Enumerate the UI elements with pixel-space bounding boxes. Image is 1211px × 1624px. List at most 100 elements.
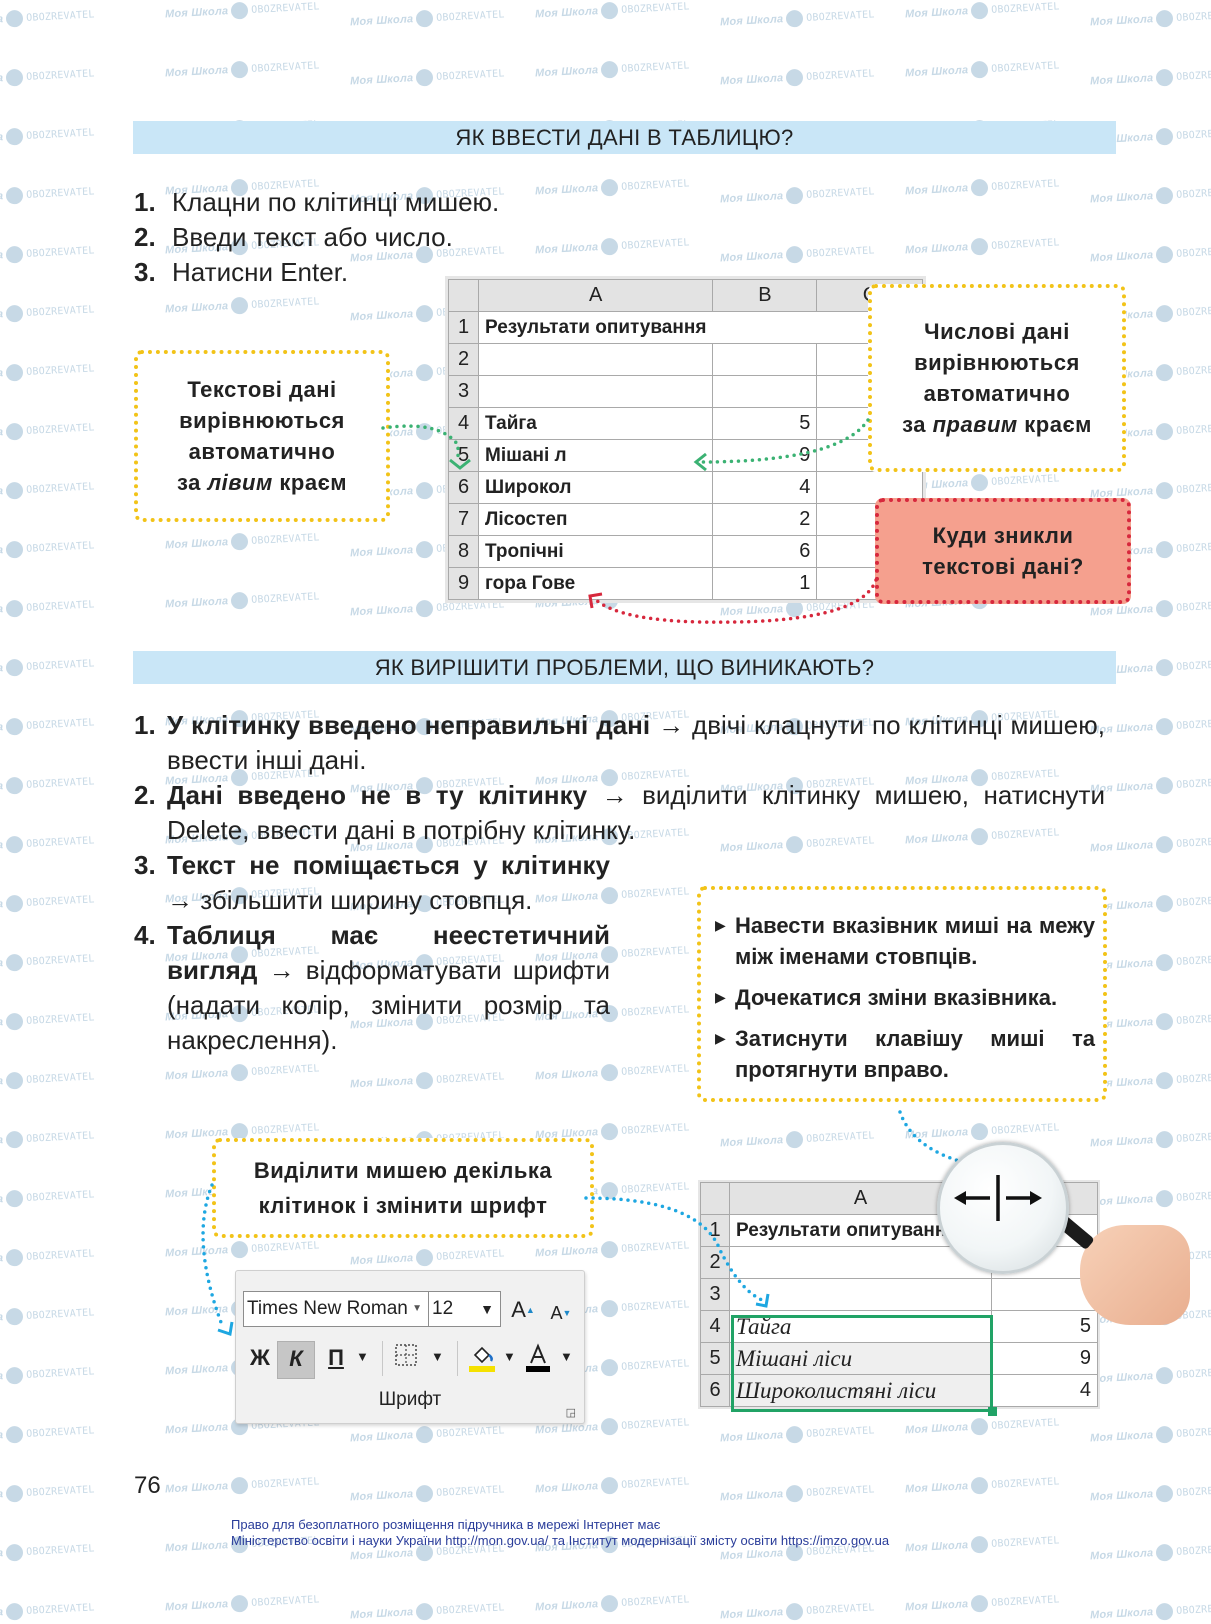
watermark: Моя ШколаOBOZREVATEL <box>534 1594 690 1614</box>
cell-b[interactable]: 9 <box>991 1342 1098 1375</box>
watermark: Моя ШколаOBOZREVATEL <box>719 1130 875 1150</box>
watermark: Моя ШколаOBOZREVATEL <box>1089 1071 1211 1091</box>
table-row: 8 Тропічні 6 <box>448 535 924 568</box>
cell-b[interactable]: 4 <box>712 471 818 504</box>
fill-color-dropdown-icon[interactable]: ▼ <box>503 1349 516 1364</box>
bullet-triangle-icon: ▶ <box>715 917 726 933</box>
problem-item: 4. Таблиця має неестетичний вигляд → від… <box>134 918 610 1058</box>
row-header[interactable]: 3 <box>700 1278 730 1311</box>
cell-b[interactable]: 4 <box>991 1374 1098 1407</box>
column-header-b[interactable]: B <box>712 279 818 312</box>
cell-a[interactable]: Лісостеп <box>477 503 714 536</box>
watermark: Моя ШколаOBOZREVATEL <box>904 1417 1060 1437</box>
cell-b[interactable]: 2 <box>712 503 818 536</box>
fill-handle[interactable] <box>988 1407 997 1416</box>
watermark: Моя ШколаOBOZREVATEL <box>0 481 95 500</box>
row-header[interactable]: 8 <box>448 535 479 568</box>
row-header[interactable]: 1 <box>448 311 479 344</box>
dialog-launcher-icon[interactable]: ◲ <box>566 1406 576 1419</box>
footer-copyright: Право для безоплатного розміщення підруч… <box>231 1517 889 1549</box>
problem-title: У клітинку введено неправильні дані <box>167 710 651 740</box>
step-text: Клацни по клітинці мишею. <box>172 187 500 217</box>
select-all-corner[interactable] <box>700 1182 730 1215</box>
watermark: Моя ШколаOBOZREVATEL <box>1089 68 1211 88</box>
cell-a[interactable] <box>477 375 714 408</box>
row-header[interactable]: 6 <box>448 471 479 504</box>
instruction-item: ▶ Дочекатися зміни вказівника. <box>713 982 1095 1013</box>
row-header[interactable]: 7 <box>448 503 479 536</box>
cell-a1[interactable]: Результати опитування <box>477 311 713 344</box>
row-header[interactable]: 1 <box>700 1214 730 1247</box>
cell-b[interactable]: 5 <box>991 1310 1098 1343</box>
watermark: Моя ШколаOBOZREVATEL <box>719 1602 875 1622</box>
watermark: Моя ШколаOBOZREVATEL <box>164 1 320 21</box>
watermark: Моя ШколаOBOZREVATEL <box>0 304 95 323</box>
cell-b[interactable]: 6 <box>712 535 818 568</box>
footer-line[interactable]: Міністерство освіти і науки України http… <box>231 1533 889 1549</box>
cell-a[interactable]: гора Гове <box>477 567 714 600</box>
watermark: Моя ШколаOBOZREVATEL <box>719 9 875 29</box>
bold-button[interactable]: Ж <box>245 1341 275 1377</box>
borders-button[interactable] <box>393 1343 419 1373</box>
font-color-button[interactable] <box>523 1341 553 1377</box>
row-header[interactable]: 6 <box>700 1374 730 1407</box>
cell-a[interactable]: Мішані л <box>477 439 714 472</box>
cell-a[interactable]: Широкол <box>477 471 714 504</box>
watermark: Моя ШколаOBOZREVATEL <box>349 9 505 29</box>
select-all-corner[interactable] <box>448 279 479 312</box>
instruction-item: ▶ Навести вказівник миші на межу між імен… <box>713 910 1095 972</box>
cell-a[interactable] <box>729 1278 992 1311</box>
callout-body: Куди зникли текстові дані? <box>922 520 1084 582</box>
cell-a[interactable] <box>477 343 714 376</box>
cell-text: Результати опитування <box>485 316 707 338</box>
problem-solution: збільшити ширину стовпця. <box>200 885 533 915</box>
watermark: Моя ШколаOBOZREVATEL <box>0 953 95 972</box>
watermark: Моя ШколаOBOZREVATEL <box>719 245 875 265</box>
ribbon-separator <box>382 1341 383 1376</box>
table-row: 5 Мішані л 9 <box>448 439 924 472</box>
cell-b[interactable] <box>712 375 818 408</box>
shrink-font-button[interactable]: A▼ <box>546 1296 576 1330</box>
callout-number-alignment: Числові дані вирівнюються автоматично за… <box>868 284 1126 472</box>
font-color-dropdown-icon[interactable]: ▼ <box>560 1349 573 1364</box>
step-text: Натисни Enter. <box>172 257 349 287</box>
cell-b1[interactable] <box>712 311 817 344</box>
font-name-select[interactable]: Times New Roman ▼ <box>243 1291 429 1327</box>
step-number: 1. <box>134 187 156 217</box>
row-header[interactable]: 9 <box>448 567 479 600</box>
cell-selection-range[interactable] <box>731 1315 993 1412</box>
cell-a[interactable]: Тропічні <box>477 535 714 568</box>
grow-font-button[interactable]: A▲ <box>508 1293 538 1327</box>
row-header[interactable]: 3 <box>448 375 479 408</box>
row-header[interactable]: 5 <box>448 439 479 472</box>
row-header[interactable]: 5 <box>700 1342 730 1375</box>
watermark: Моя ШколаOBOZREVATEL <box>719 1484 875 1504</box>
spreadsheet-example-1: A B C 1 Результати опитування 2 3 4 Тайг… <box>448 279 924 600</box>
column-header-a[interactable]: A <box>477 279 714 312</box>
arrow-right-icon: → <box>167 885 193 915</box>
row-header[interactable]: 4 <box>448 407 479 440</box>
cell-b[interactable]: 5 <box>712 407 818 440</box>
font-size-select[interactable]: 12 ▼ <box>428 1291 501 1327</box>
cell-b[interactable]: 9 <box>712 439 818 472</box>
section-heading-text: ЯК ВВЕСТИ ДАНІ В ТАБЛИЦЮ? <box>455 124 794 150</box>
italic-button[interactable]: К <box>277 1341 315 1379</box>
underline-button[interactable]: П <box>321 1341 351 1377</box>
cell-b[interactable]: 1 <box>712 567 818 600</box>
cell-a[interactable]: Тайга <box>477 407 714 440</box>
problem-number: 1. <box>134 710 156 740</box>
row-header[interactable]: 4 <box>700 1310 730 1343</box>
watermark: Моя ШколаOBOZREVATEL <box>904 1594 1060 1614</box>
watermark: Моя ШколаOBOZREVATEL <box>534 1240 690 1260</box>
watermark: Моя ШколаOBOZREVATEL <box>0 1189 95 1208</box>
watermark: Моя ШколаOBOZREVATEL <box>164 1594 320 1614</box>
callout-question: Куди зникли текстові дані? <box>875 498 1131 604</box>
row-header[interactable]: 2 <box>700 1246 730 1279</box>
cell-b[interactable] <box>712 343 818 376</box>
callout-line: Виділити мишею декілька <box>253 1158 553 1183</box>
fill-color-button[interactable] <box>467 1341 497 1377</box>
borders-dropdown-icon[interactable]: ▼ <box>431 1349 444 1364</box>
watermark: Моя ШколаOBOZREVATEL <box>904 1 1060 21</box>
row-header[interactable]: 2 <box>448 343 479 376</box>
underline-dropdown-icon[interactable]: ▼ <box>356 1349 369 1364</box>
